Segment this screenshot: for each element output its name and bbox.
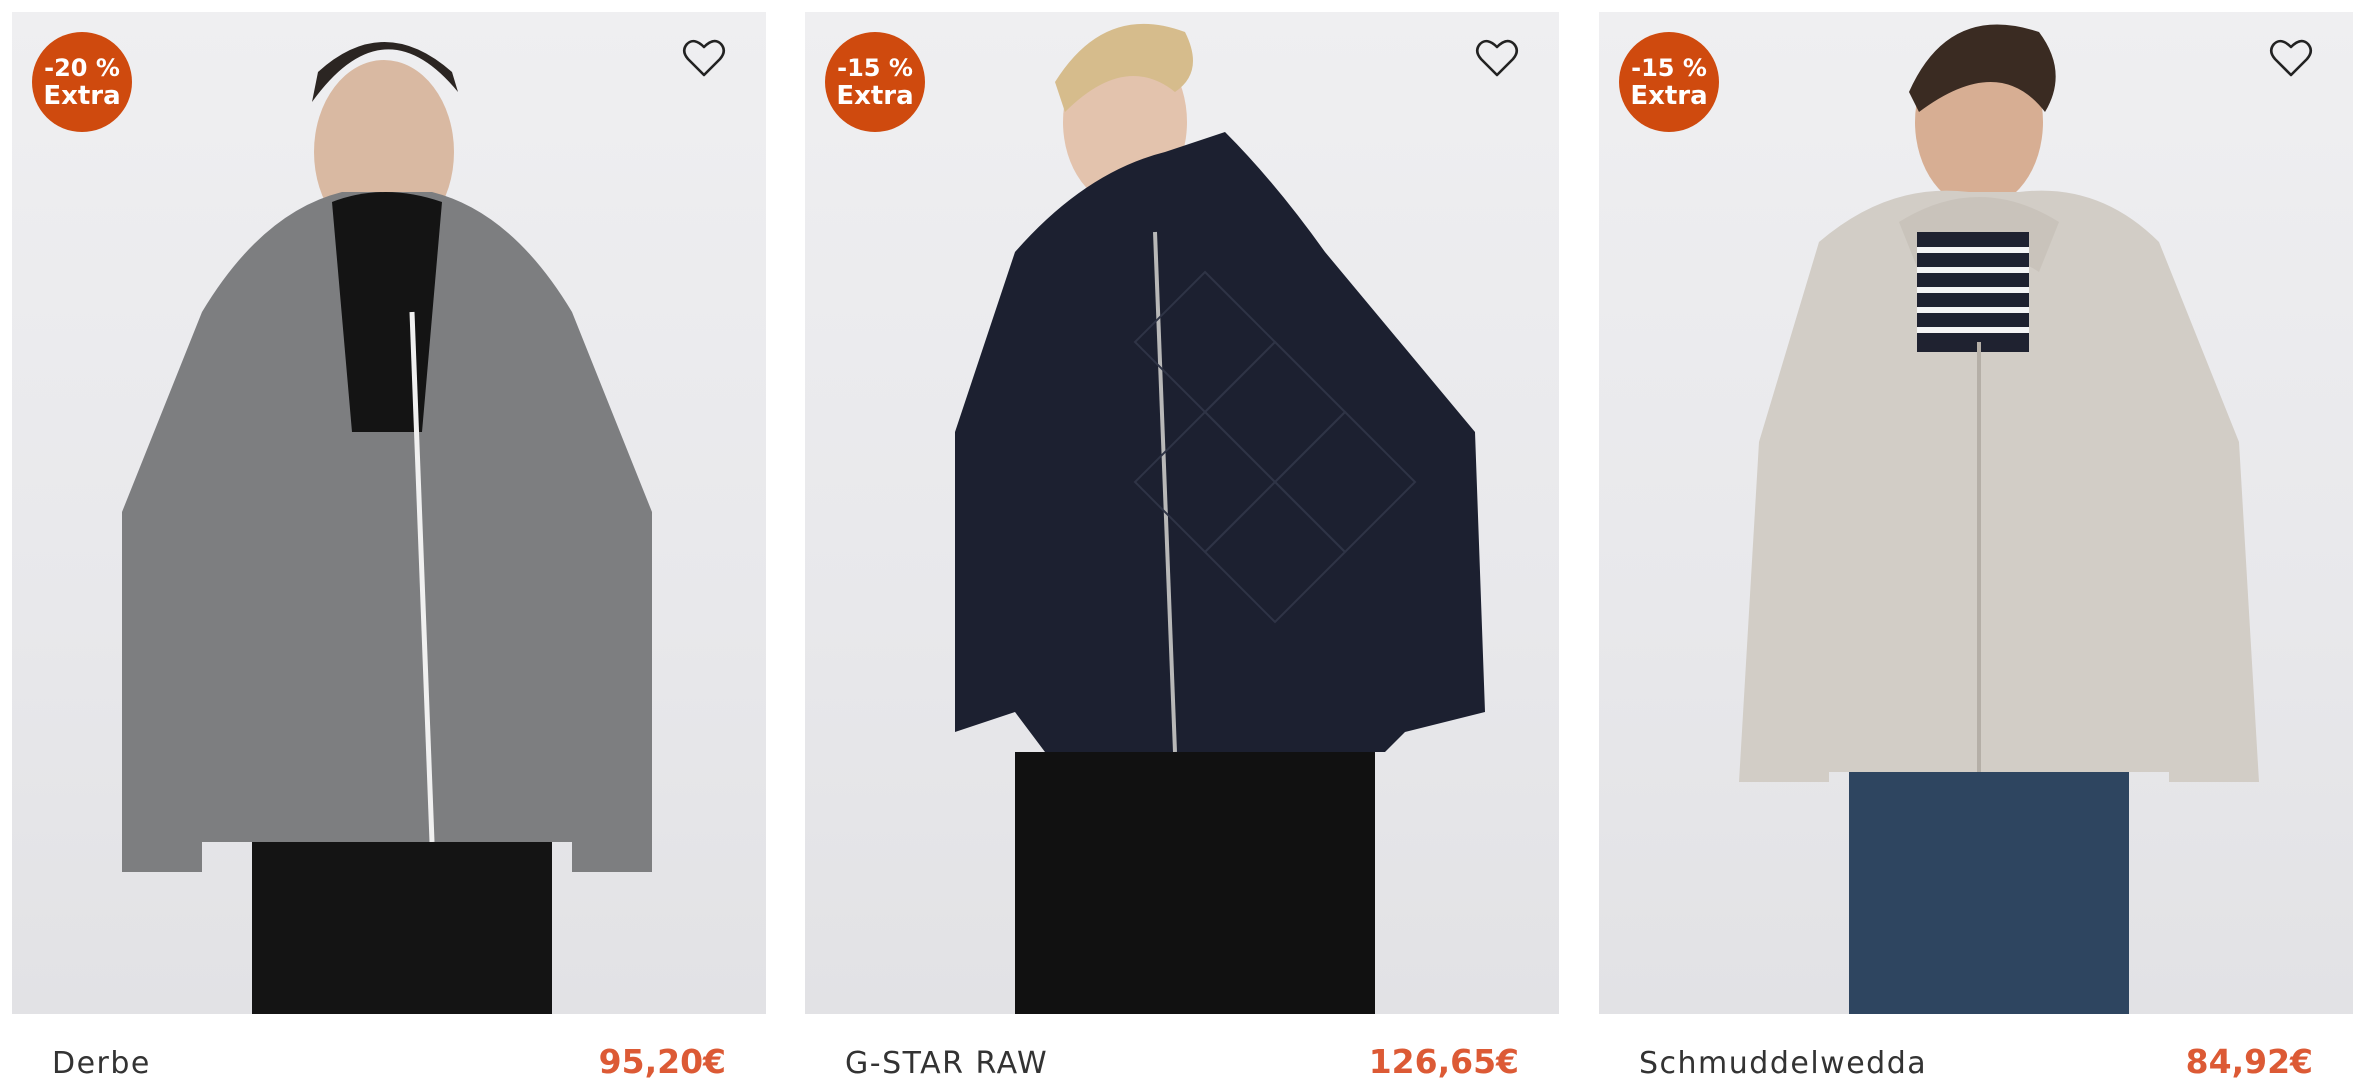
product-price: 95,20€ (598, 1042, 726, 1081)
badge-extra-text: Extra (1630, 80, 1708, 111)
brand-name[interactable]: Derbe (52, 1046, 151, 1081)
discount-badge: -20 % Extra (32, 32, 132, 132)
product-meta: G-STAR RAW 126,65€ (805, 1014, 1559, 1081)
product-price: 126,65€ (1368, 1042, 1519, 1081)
product-card[interactable]: -15 % Extra Schmuddelwedda 84,92€ (1599, 12, 2353, 1081)
product-grid: -20 % Extra Derbe 95,20€ -15 % Extra G-S… (0, 0, 2364, 1081)
brand-name[interactable]: G-STAR RAW (845, 1046, 1048, 1081)
product-card[interactable]: -20 % Extra Derbe 95,20€ (12, 12, 766, 1081)
heart-outline-icon[interactable] (680, 34, 728, 82)
discount-badge: -15 % Extra (1619, 32, 1719, 132)
badge-extra-text: Extra (43, 80, 121, 111)
discount-badge: -15 % Extra (825, 32, 925, 132)
brand-name[interactable]: Schmuddelwedda (1639, 1046, 1927, 1081)
heart-outline-icon[interactable] (2267, 34, 2315, 82)
product-image[interactable]: -20 % Extra (12, 12, 766, 1014)
badge-extra-text: Extra (836, 80, 914, 111)
badge-discount-text: -15 % (1631, 53, 1707, 82)
product-image[interactable]: -15 % Extra (805, 12, 1559, 1014)
product-meta: Derbe 95,20€ (12, 1014, 766, 1081)
product-price: 84,92€ (2185, 1042, 2313, 1081)
product-meta: Schmuddelwedda 84,92€ (1599, 1014, 2353, 1081)
product-card[interactable]: -15 % Extra G-STAR RAW 126,65€ (805, 12, 1559, 1081)
badge-discount-text: -20 % (44, 53, 120, 82)
product-image[interactable]: -15 % Extra (1599, 12, 2353, 1014)
badge-discount-text: -15 % (837, 53, 913, 82)
heart-outline-icon[interactable] (1473, 34, 1521, 82)
